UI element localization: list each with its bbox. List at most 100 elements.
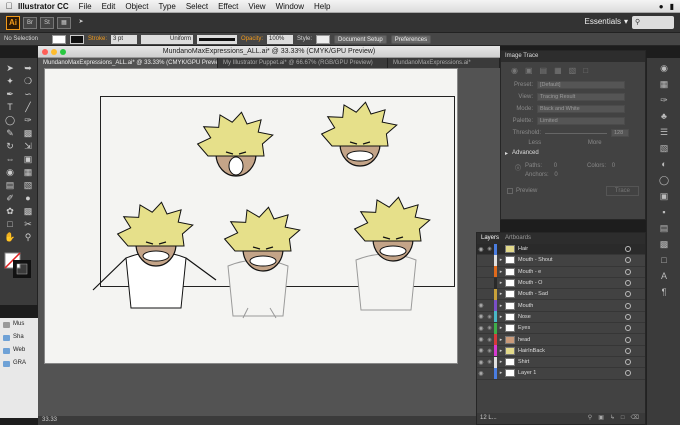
expand-triangle-icon[interactable]: ▸ (497, 325, 505, 331)
symbol-sprayer-tool-icon[interactable]: ✿ (1, 205, 19, 218)
app-menu[interactable]: Illustrator CC (14, 2, 74, 11)
graphic-styles-icon[interactable]: ▣ (658, 190, 670, 202)
image-trace-title[interactable]: Image Trace (501, 51, 645, 62)
layer-row[interactable]: ◉ ◉ ▸ Eyes (477, 322, 645, 335)
menu-view[interactable]: View (243, 2, 270, 11)
expand-triangle-icon[interactable]: ▸ (497, 280, 505, 286)
visibility-eye-icon[interactable]: ◉ (477, 370, 485, 377)
target-icon[interactable] (625, 370, 631, 377)
tab-puppet[interactable]: My Illustrator Puppet.ai* @ 66.67% (RGB/… (218, 58, 388, 68)
stroke-icon[interactable]: ☰ (658, 126, 670, 138)
target-icon[interactable] (625, 291, 631, 298)
high-color-icon[interactable]: ▣ (525, 66, 533, 75)
layer-name[interactable]: Mouth - Shout (518, 257, 625, 263)
menu-window[interactable]: Window (271, 2, 309, 11)
layer-name[interactable]: HairInBack (518, 348, 625, 354)
transparency-icon[interactable]: ◐ (658, 158, 670, 170)
symbols-icon[interactable]: ♣ (658, 110, 670, 122)
menu-type[interactable]: Type (153, 2, 180, 11)
target-icon[interactable] (625, 257, 631, 264)
target-icon[interactable] (625, 359, 631, 366)
mesh-tool-icon[interactable]: ▤ (1, 179, 19, 192)
expand-triangle-icon[interactable]: ▸ (497, 303, 505, 309)
curvature-tool-icon[interactable]: ∽ (19, 88, 37, 101)
layer-name[interactable]: Hair (518, 246, 625, 252)
expand-triangle-icon[interactable]: ▸ (497, 337, 505, 343)
new-sublayer-icon[interactable]: ↳ (610, 413, 615, 424)
lock-icon[interactable]: ◉ (485, 359, 494, 365)
slice-tool-icon[interactable]: ✂ (19, 218, 37, 231)
eraser-tool-icon[interactable]: ▩ (19, 127, 37, 140)
brushes-icon[interactable]: ✑ (658, 94, 670, 106)
stroke-swatch[interactable] (70, 34, 84, 44)
preview-checkbox[interactable] (507, 188, 513, 194)
appearance-icon[interactable]: ◯ (658, 174, 670, 186)
lock-icon[interactable]: ◉ (485, 337, 494, 343)
align-icon[interactable]: ▤ (658, 222, 670, 234)
lock-icon[interactable]: ◉ (485, 325, 494, 331)
expand-triangle-icon[interactable]: ▸ (497, 359, 505, 365)
brush-definition[interactable] (197, 34, 238, 44)
width-tool-icon[interactable]: ⇔ (1, 153, 19, 166)
target-icon[interactable] (625, 302, 631, 309)
expand-triangle-icon[interactable]: ▸ (497, 269, 505, 275)
menu-select[interactable]: Select (181, 2, 213, 11)
pencil-tool-icon[interactable]: ✎ (1, 127, 19, 140)
magic-wand-tool-icon[interactable]: ✦ (1, 75, 19, 88)
layer-row[interactable]: ◉ ◉ ▸ Nose (477, 311, 645, 324)
blend-tool-icon[interactable]: ● (19, 192, 37, 205)
image-trace-icon[interactable]: ▪ (658, 206, 670, 218)
layer-name[interactable]: Mouth - Sad (518, 291, 625, 297)
tab-layers[interactable]: Layers (481, 233, 499, 244)
tab-mundano[interactable]: MundanoMaxExpressions.ai* (388, 58, 500, 68)
gpu-icon[interactable]: ➤ (74, 17, 88, 29)
color-icon[interactable]: ◉ (658, 62, 670, 74)
wifi-icon[interactable]: ● (659, 2, 664, 11)
variable-width-profile[interactable]: Uniform (141, 34, 194, 44)
hand-tool-icon[interactable]: ✋ (1, 231, 19, 244)
fill-stroke-widget[interactable] (4, 252, 32, 278)
visibility-eye-icon[interactable]: ◉ (477, 313, 485, 320)
layer-row[interactable]: ◉ ◉ ▸ head (477, 334, 645, 346)
palette-select[interactable]: Limited (537, 117, 625, 125)
lasso-tool-icon[interactable]: ❍ (19, 75, 37, 88)
pathfinder-icon[interactable]: ▩ (658, 238, 670, 250)
tab-mundano-all[interactable]: MundanoMaxExpressions_ALL.ai* @ 33.33% (… (38, 58, 218, 68)
preferences-button[interactable]: Preferences (390, 34, 432, 44)
target-icon[interactable] (625, 347, 631, 354)
pen-tool-icon[interactable]: ✒ (1, 88, 19, 101)
visibility-eye-icon[interactable]: ◉ (477, 325, 485, 332)
threshold-field[interactable]: 128 (611, 129, 629, 137)
eyedropper-tool-icon[interactable]: ✐ (1, 192, 19, 205)
view-select[interactable]: Tracing Result (537, 93, 625, 101)
workspace-switcher[interactable]: Essentials ▾ (585, 17, 628, 26)
visibility-eye-icon[interactable]: ◉ (477, 336, 485, 343)
menu-object[interactable]: Object (120, 2, 153, 11)
layer-name[interactable]: Mouth - O (518, 280, 625, 286)
rotate-tool-icon[interactable]: ↻ (1, 140, 19, 153)
paintbrush-tool-icon[interactable]: ✑ (19, 114, 37, 127)
stock-button[interactable]: St (40, 16, 54, 29)
target-icon[interactable] (625, 280, 631, 287)
layer-row[interactable]: ◉ ▸ Mouth (477, 300, 645, 312)
shape-builder-tool-icon[interactable]: ◉ (1, 166, 19, 179)
menu-effect[interactable]: Effect (213, 2, 243, 11)
visibility-eye-icon[interactable]: ◉ (477, 246, 485, 253)
transform-icon[interactable]: □ (658, 254, 670, 266)
battery-icon[interactable]: ▮ (670, 2, 674, 11)
target-icon[interactable] (625, 336, 631, 343)
layer-row[interactable]: ◉ ◉ ▸ Shirt (477, 356, 645, 369)
layer-row[interactable]: ▸ Mouth - e (477, 266, 645, 278)
artboard-tool-icon[interactable]: □ (1, 218, 19, 231)
trash-icon[interactable]: ⌫ (631, 413, 639, 424)
layer-name[interactable]: Shirt (518, 359, 625, 365)
stroke-weight-field[interactable]: 3 pt (111, 34, 138, 44)
free-transform-tool-icon[interactable]: ▣ (19, 153, 37, 166)
selection-tool-icon[interactable]: ➤ (1, 62, 19, 75)
target-icon[interactable] (625, 325, 631, 332)
menu-file[interactable]: File (74, 2, 97, 11)
expand-triangle-icon[interactable]: ▸ (497, 257, 505, 263)
opacity-label[interactable]: Opacity: (241, 36, 263, 42)
layer-row[interactable]: ▸ Mouth - O (477, 277, 645, 290)
style-swatch[interactable] (316, 34, 331, 44)
